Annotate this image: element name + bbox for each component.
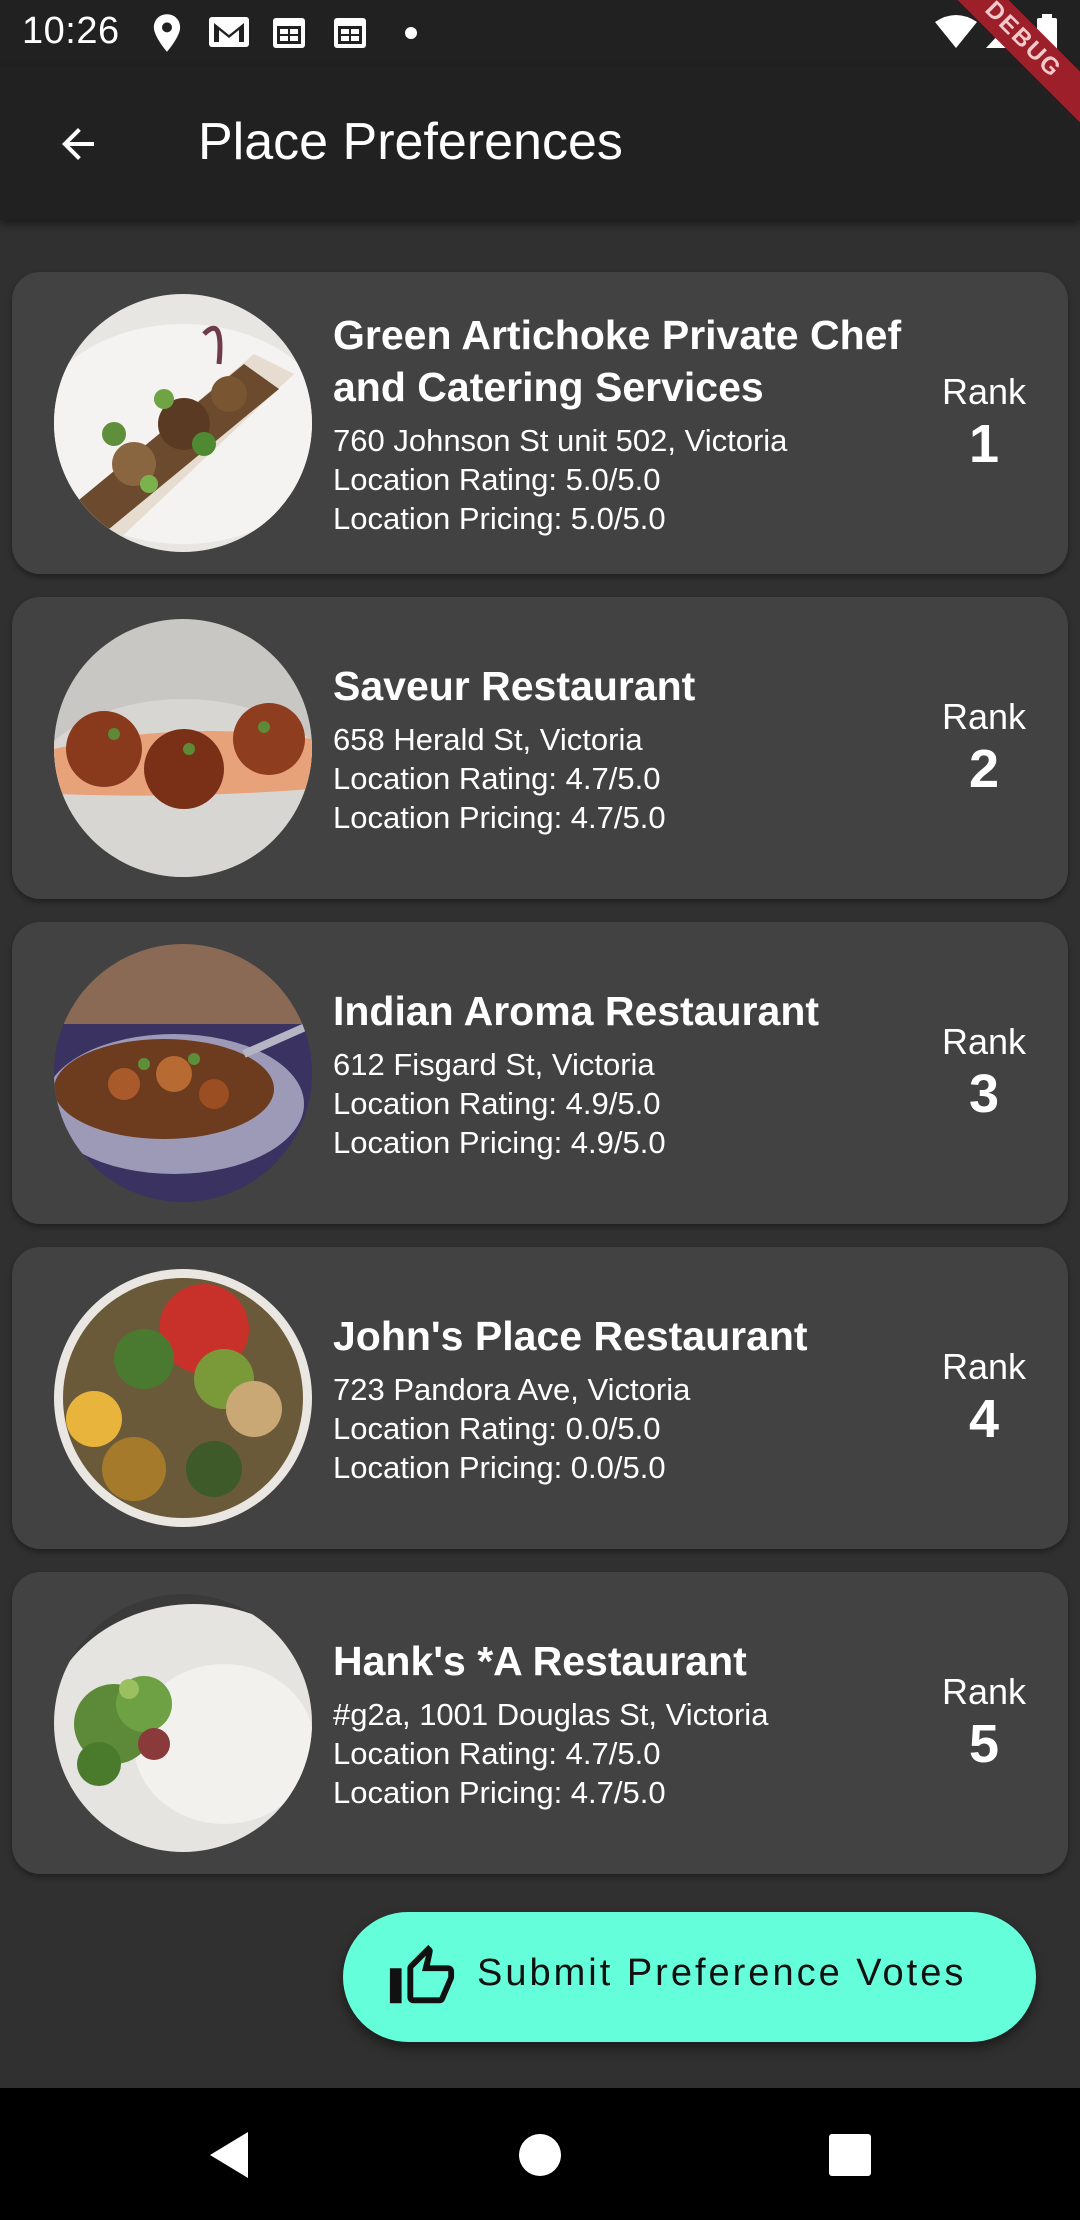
status-time: 10:26 [22, 10, 120, 52]
rank-value: 5 [968, 1714, 1000, 1774]
submit-votes-label: Submit Preference Votes [477, 1952, 967, 1994]
place-card[interactable]: Saveur Restaurant 658 Herald St, Victori… [12, 597, 1068, 899]
system-nav-bar [0, 2088, 1080, 2220]
place-list: Green Artichoke Private Chef and Caterin… [12, 272, 1068, 1897]
place-address: 612 Fisgard St, Victoria [333, 1046, 655, 1082]
place-info: Saveur Restaurant 658 Herald St, Victori… [333, 597, 933, 899]
home-circle-icon[interactable] [513, 2128, 567, 2182]
place-image [54, 294, 312, 552]
place-name: Green Artichoke Private Chef and Caterin… [333, 311, 902, 410]
place-card[interactable]: Green Artichoke Private Chef and Caterin… [12, 272, 1068, 574]
rank-label: Rank [941, 1346, 1027, 1387]
place-info: John's Place Restaurant 723 Pandora Ave,… [333, 1247, 933, 1549]
place-address: 760 Johnson St unit 502, Victoria [333, 422, 788, 458]
rank-box: Rank 5 [924, 1572, 1044, 1874]
calendar-icon [271, 14, 307, 55]
rank-box: Rank 2 [924, 597, 1044, 899]
place-name: Hank's *A Restaurant [333, 1637, 747, 1684]
location-icon [152, 14, 182, 57]
wifi-icon [934, 14, 978, 55]
place-name: Indian Aroma Restaurant [333, 987, 820, 1034]
place-rating: Location Rating: 4.7/5.0 [333, 1735, 661, 1771]
recents-square-icon[interactable] [823, 2128, 877, 2182]
place-rating: Location Rating: 5.0/5.0 [333, 461, 661, 497]
place-info: Green Artichoke Private Chef and Caterin… [333, 272, 933, 574]
place-pricing: Location Pricing: 4.9/5.0 [333, 1124, 666, 1160]
place-name: Saveur Restaurant [333, 662, 696, 709]
place-name: John's Place Restaurant [333, 1312, 808, 1359]
rank-value: 1 [968, 414, 1000, 474]
rank-box: Rank 4 [924, 1247, 1044, 1549]
back-button[interactable] [40, 106, 116, 182]
place-pricing: Location Pricing: 4.7/5.0 [333, 799, 666, 835]
rank-label: Rank [941, 1021, 1027, 1062]
rank-value: 2 [968, 739, 1000, 799]
rank-label: Rank [941, 1671, 1027, 1712]
place-image [54, 619, 312, 877]
rank-label: Rank [941, 696, 1027, 737]
place-rating: Location Rating: 4.9/5.0 [333, 1085, 661, 1121]
rank-value: 4 [968, 1389, 1000, 1449]
place-address: #g2a, 1001 Douglas St, Victoria [333, 1696, 769, 1732]
place-pricing: Location Pricing: 0.0/5.0 [333, 1449, 666, 1485]
calendar-icon [332, 14, 368, 55]
rank-label: Rank [941, 371, 1027, 412]
status-bar: 10:26 DEBUG [0, 0, 1080, 135]
place-image [54, 1269, 312, 1527]
place-card[interactable]: John's Place Restaurant 723 Pandora Ave,… [12, 1247, 1068, 1549]
place-image [54, 1594, 312, 1852]
place-address: 723 Pandora Ave, Victoria [333, 1371, 691, 1407]
place-rating: Location Rating: 4.7/5.0 [333, 760, 661, 796]
place-info: Hank's *A Restaurant #g2a, 1001 Douglas … [333, 1572, 933, 1874]
arrow-back-icon [62, 128, 94, 160]
submit-votes-button[interactable]: Submit Preference Votes [343, 1912, 1036, 2042]
rank-value: 3 [968, 1064, 1000, 1124]
place-pricing: Location Pricing: 5.0/5.0 [333, 500, 666, 536]
place-info: Indian Aroma Restaurant 612 Fisgard St, … [333, 922, 933, 1224]
place-card[interactable]: Indian Aroma Restaurant 612 Fisgard St, … [12, 922, 1068, 1224]
gmail-icon [208, 14, 250, 55]
place-card[interactable]: Hank's *A Restaurant #g2a, 1001 Douglas … [12, 1572, 1068, 1874]
page-title: Place Preferences [198, 113, 623, 171]
place-image [54, 944, 312, 1202]
app-bar: Place Preferences [0, 66, 1080, 220]
rank-box: Rank 3 [924, 922, 1044, 1224]
rank-box: Rank 1 [924, 272, 1044, 574]
place-rating: Location Rating: 0.0/5.0 [333, 1410, 661, 1446]
dot-icon [404, 26, 418, 45]
place-pricing: Location Pricing: 4.7/5.0 [333, 1774, 666, 1810]
back-triangle-icon[interactable] [204, 2128, 258, 2182]
thumb-up-icon [389, 1944, 455, 2004]
place-address: 658 Herald St, Victoria [333, 721, 643, 757]
